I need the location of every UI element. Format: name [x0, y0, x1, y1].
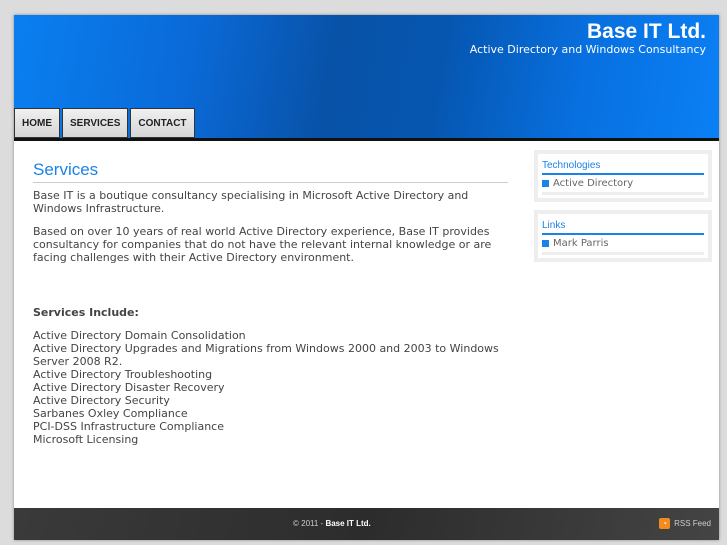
link-label: Active Directory [553, 178, 634, 189]
service-item: Active Directory Upgrades and Migrations… [33, 342, 499, 368]
bullet-icon [542, 180, 549, 187]
rss-feed-link[interactable]: ◔ RSS Feed [659, 518, 711, 529]
nav-home[interactable]: HOME [14, 108, 60, 138]
site-title: Base IT Ltd. [586, 20, 706, 43]
service-item: Active Directory Disaster Recovery [33, 381, 225, 394]
rss-icon: ◔ [659, 518, 671, 529]
copyright-text: © 2011 - [293, 519, 326, 528]
site-footer: © 2011 - Base IT Ltd. ◔ RSS Feed [14, 508, 719, 540]
service-item: Sarbanes Oxley Compliance [33, 407, 188, 420]
main-nav: HOME SERVICES CONTACT [14, 108, 195, 138]
nav-contact[interactable]: CONTACT [130, 108, 195, 138]
site-subtitle: Active Directory and Windows Consultancy [469, 43, 706, 56]
intro-paragraph: Base IT is a boutique consultancy specia… [33, 189, 469, 215]
main-content: Services Base IT is a boutique consultan… [33, 161, 508, 446]
service-item: Microsoft Licensing [33, 433, 139, 446]
page-title: Services [33, 161, 508, 183]
copyright-company: Base IT Ltd. [325, 519, 371, 528]
experience-paragraph: Based on over 10 years of real world Act… [33, 225, 492, 264]
services-list: Active Directory Domain Consolidation Ac… [33, 329, 508, 446]
page-wrapper: Base IT Ltd. Active Directory and Window… [14, 15, 719, 540]
nav-services[interactable]: SERVICES [62, 108, 129, 138]
sidebar-link-mark-parris[interactable]: Mark Parris [542, 235, 704, 255]
rss-label: RSS Feed [674, 519, 711, 528]
links-title: Links [542, 220, 704, 235]
service-item: Active Directory Troubleshooting [33, 368, 213, 381]
links-box: Links Mark Parris [534, 210, 712, 262]
bullet-icon [542, 240, 549, 247]
services-heading: Services Include: [33, 306, 139, 319]
service-item: Active Directory Security [33, 394, 170, 407]
service-item: Active Directory Domain Consolidation [33, 329, 246, 342]
service-item: PCI-DSS Infrastructure Compliance [33, 420, 224, 433]
link-label: Mark Parris [553, 238, 609, 249]
site-header: Base IT Ltd. Active Directory and Window… [14, 15, 719, 138]
sidebar-link-active-directory[interactable]: Active Directory [542, 175, 704, 195]
header-divider [14, 138, 719, 141]
copyright: © 2011 - Base IT Ltd. [293, 519, 371, 528]
technologies-box: Technologies Active Directory [534, 150, 712, 202]
technologies-title: Technologies [542, 160, 704, 175]
